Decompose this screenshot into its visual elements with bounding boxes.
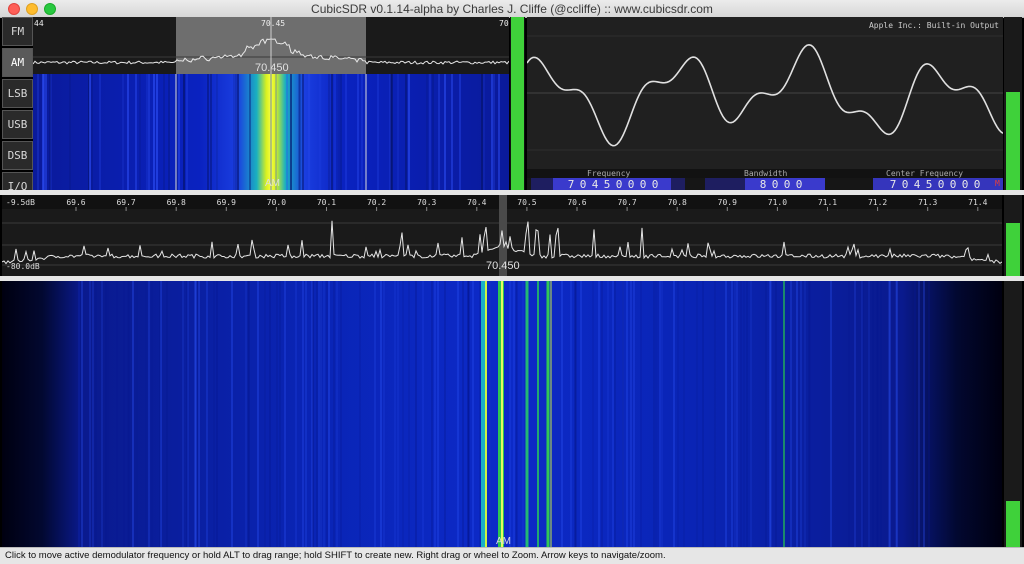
frequency-tick-label: 69.8	[167, 198, 186, 207]
frequency-tick-label: 69.7	[116, 198, 135, 207]
frequency-tick-label: 71.3	[918, 198, 937, 207]
frequency-tick-label: 69.6	[66, 198, 85, 207]
waterfall-speed-meter[interactable]	[1004, 281, 1022, 547]
demod-mode-tag: AM	[265, 178, 280, 189]
frequency-digit[interactable]: 7	[565, 179, 577, 191]
center-frequency-digit[interactable]: 0	[899, 179, 911, 191]
center-frequency-digit[interactable]: 7	[887, 179, 899, 191]
bandwidth-digit[interactable]: 8	[757, 179, 769, 191]
mode-button-fm[interactable]: FM	[2, 17, 33, 46]
main-spectrum-canvas: 69.6 69.7 69.8 69.9 70.0 70.1 70.2 70.3 70.4 70.5…	[2, 195, 1002, 276]
frequency-m-indicator: M	[995, 179, 1000, 188]
demod-marker-frequency: 70.450	[255, 62, 289, 74]
frequency-tick-label: 69.9	[217, 198, 236, 207]
demod-center-tick: 70.45	[261, 19, 285, 28]
frequency-tick-label: 70.0	[267, 198, 286, 207]
frequency-tick-label: 71.1	[818, 198, 837, 207]
main-mode-tag: AM	[496, 536, 511, 547]
mode-button-lsb[interactable]: LSB	[2, 79, 33, 108]
demod-left-tick: 44	[34, 19, 44, 28]
center-frequency-digit[interactable]: 0	[971, 179, 983, 191]
audio-scope-canvas: Apple Inc.: Built-in Output	[527, 21, 1003, 151]
frequency-digits[interactable]: 70450000	[565, 178, 661, 191]
frequency-digit[interactable]: 0	[625, 179, 637, 191]
frequency-tick-label: 71.4	[968, 198, 987, 207]
center-frequency-digit[interactable]: 0	[947, 179, 959, 191]
frequency-tick-label: 70.4	[467, 198, 486, 207]
frequency-digits-panel: Frequency Bandwidth Center Frequency 704…	[527, 169, 1003, 190]
output-device-label: Apple Inc.: Built-in Output	[869, 21, 999, 30]
mode-button-usb[interactable]: USB	[2, 110, 33, 139]
frequency-digit[interactable]: 0	[613, 179, 625, 191]
output-volume-meter[interactable]	[1004, 17, 1022, 190]
main-waterfall-canvas: AM	[2, 281, 1002, 547]
mode-button-am[interactable]: AM	[2, 48, 33, 77]
frequency-tick-label: 70.3	[417, 198, 436, 207]
bandwidth-digit[interactable]: 0	[769, 179, 781, 191]
bandwidth-digit[interactable]: 0	[793, 179, 805, 191]
status-text: Click to move active demodulator frequen…	[5, 550, 666, 561]
center-frequency-digit[interactable]: 5	[923, 179, 935, 191]
center-frequency-digit[interactable]: 4	[911, 179, 923, 191]
demod-mode-selector: FM AM LSB USB DSB I/Q	[2, 17, 33, 201]
center-frequency-digits[interactable]: 70450000	[887, 178, 983, 191]
demod-right-tick: 70	[499, 19, 509, 28]
status-bar: Click to move active demodulator frequen…	[0, 547, 1024, 564]
bandwidth-digit[interactable]: 0	[781, 179, 793, 191]
frequency-tick-label: 70.9	[718, 198, 737, 207]
frequency-tick-label: 71.0	[768, 198, 787, 207]
bandwidth-digits[interactable]: 8000	[757, 178, 805, 191]
center-frequency-digit[interactable]: 0	[935, 179, 947, 191]
window-title: CubicSDR v0.1.14-alpha by Charles J. Cli…	[311, 2, 713, 16]
frequency-tick-label: 70.2	[367, 198, 386, 207]
demod-spectrum-canvas: 44 70.45 70 70.450	[33, 17, 509, 74]
center-frequency-digit[interactable]: 0	[959, 179, 971, 191]
frequency-digit[interactable]: 0	[637, 179, 649, 191]
frequency-tick-label: 70.8	[668, 198, 687, 207]
spectrum-avg-meter[interactable]	[1004, 195, 1022, 276]
audio-scope: Apple Inc.: Built-in Output	[527, 17, 1003, 169]
frequency-tick-label: 70.6	[567, 198, 586, 207]
main-waterfall[interactable]: AM	[2, 281, 1002, 547]
frequency-digit[interactable]: 5	[601, 179, 613, 191]
demod-spectrum[interactable]: 44 70.45 70 70.450	[33, 17, 509, 74]
main-spectrum[interactable]: 69.6 69.7 69.8 69.9 70.0 70.1 70.2 70.3 70.4 70.5…	[2, 195, 1002, 276]
frequency-tick-label: 70.5	[517, 198, 536, 207]
main-marker-frequency: 70.450	[486, 260, 520, 272]
title-bar: CubicSDR v0.1.14-alpha by Charles J. Cli…	[0, 0, 1024, 18]
frequency-digit[interactable]: 0	[577, 179, 589, 191]
demod-gain-meter[interactable]	[510, 17, 525, 190]
demod-waterfall[interactable]: AM	[33, 74, 509, 190]
audio-waveform	[527, 43, 1003, 147]
demod-waterfall-canvas: AM	[33, 74, 509, 190]
frequency-digit[interactable]: 4	[589, 179, 601, 191]
frequency-tick-label: 70.7	[617, 198, 636, 207]
frequency-tick-label: 70.1	[317, 198, 336, 207]
frequency-digit[interactable]: 0	[649, 179, 661, 191]
mode-button-dsb[interactable]: DSB	[2, 141, 33, 170]
frequency-tick-label: 71.2	[868, 198, 887, 207]
top-db-label: -9.5dB	[6, 198, 35, 207]
bottom-db-label: -80.0dB	[6, 262, 40, 271]
